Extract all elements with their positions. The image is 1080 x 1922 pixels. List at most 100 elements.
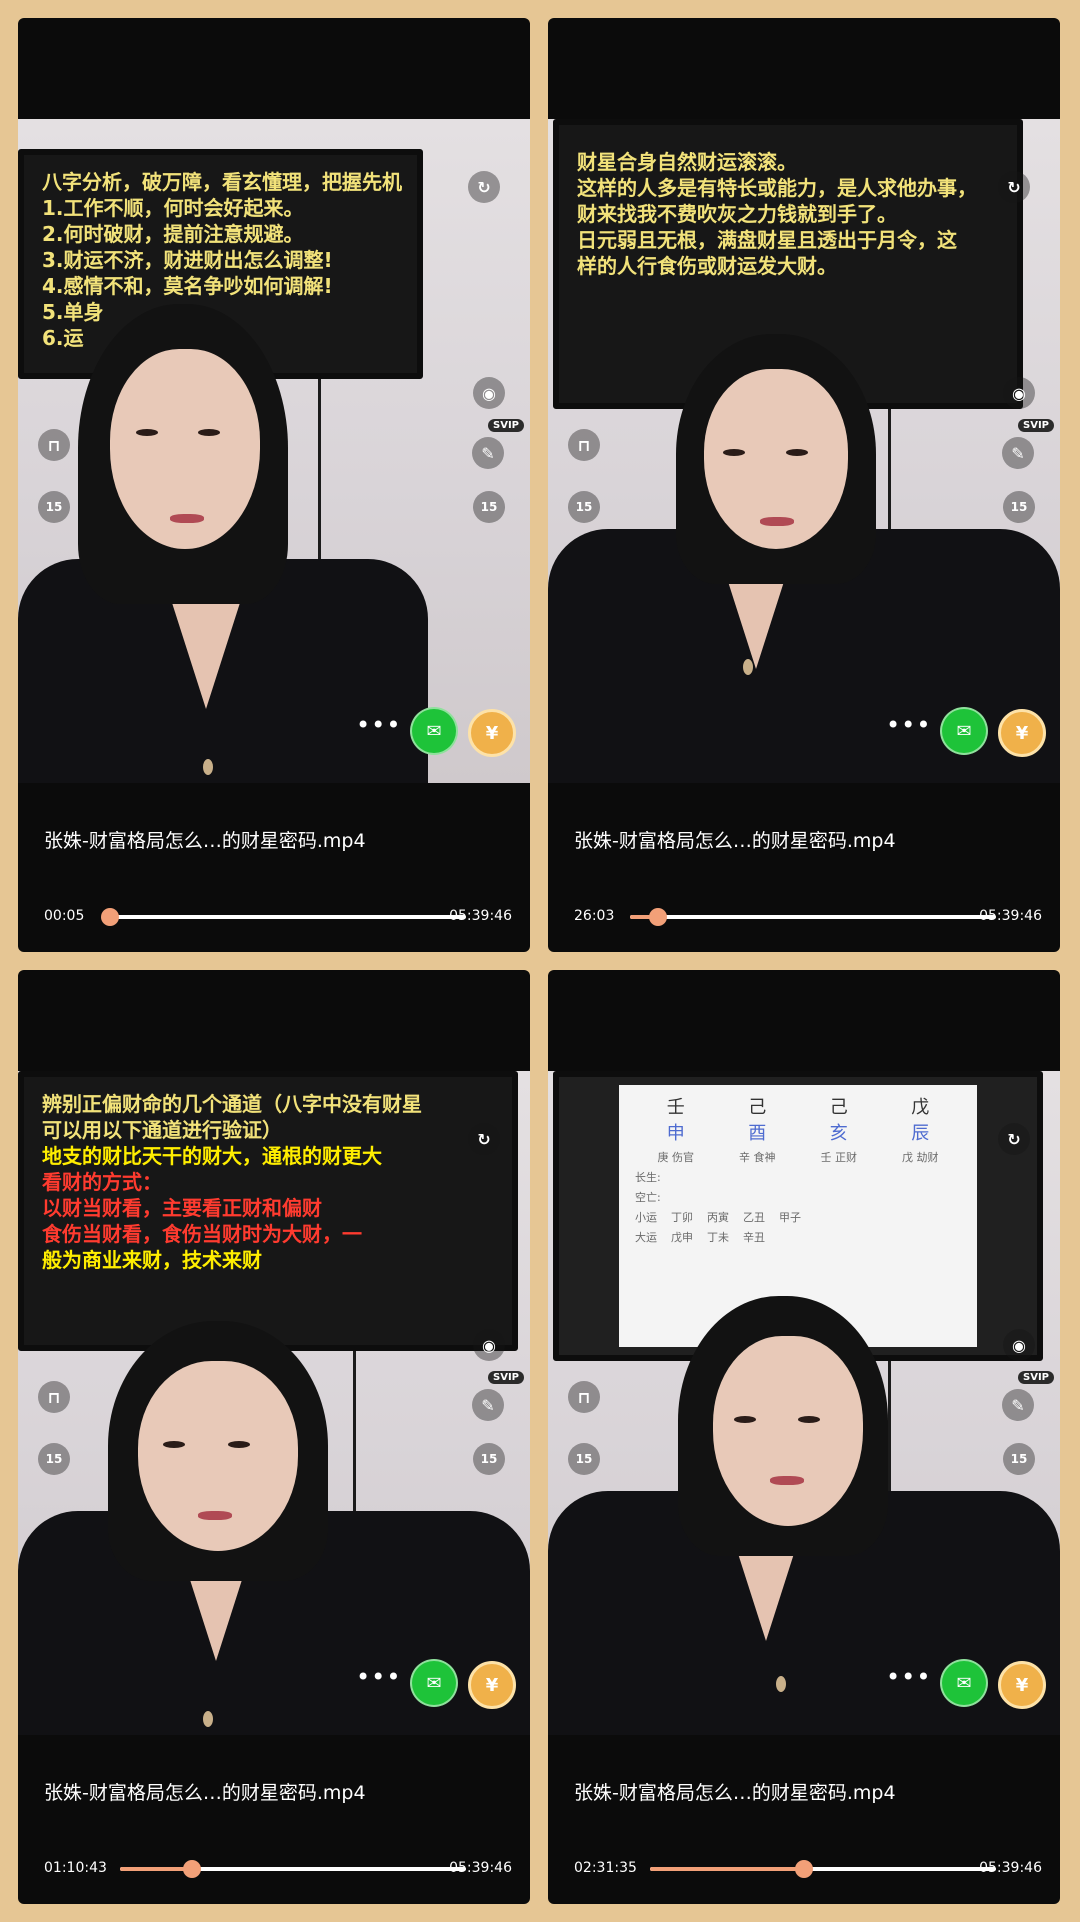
- branch: 亥: [829, 1123, 848, 1144]
- presenter-eye: [723, 449, 745, 456]
- duration: 05:39:46: [449, 908, 512, 924]
- svip-badge: SVIP: [488, 1371, 524, 1384]
- progress-played: [120, 1867, 192, 1871]
- monitor-line: 2.何时破财，提前注意规避。: [42, 222, 304, 246]
- monitor-line: 地支的财比天干的财大，通根的财更大: [42, 1144, 382, 1168]
- more-icon[interactable]: •••: [356, 711, 401, 739]
- year-pillar: 丁卯: [671, 1211, 693, 1224]
- video-card[interactable]: 八字分析，破万障，看玄懂理，把握先机 1.工作不顺，何时会好起来。 2.何时破财…: [18, 18, 530, 952]
- forward-15-icon[interactable]: 15: [473, 1443, 505, 1475]
- video-frame[interactable]: 财星合身自然财运滚滚。 这样的人多是有特长或能力，是人求他办事， 财来找我不费吹…: [548, 119, 1060, 783]
- monitor-line: 4.感情不和，莫名争吵如何调解!: [42, 274, 333, 298]
- forward-15-icon[interactable]: 15: [1003, 491, 1035, 523]
- stem: 戊: [911, 1097, 930, 1118]
- pin-icon[interactable]: ✎: [472, 1389, 504, 1421]
- pin-icon[interactable]: ✎: [1002, 437, 1034, 469]
- presenter-eye: [734, 1416, 756, 1423]
- monitor-line: 财来找我不费吹灰之力钱就到手了。: [577, 202, 897, 226]
- hidden-stem: 辛 食神: [739, 1151, 776, 1164]
- progress-thumb[interactable]: [182, 1860, 201, 1878]
- wechat-icon[interactable]: ✉: [940, 707, 988, 755]
- video-frame[interactable]: 八字分析，破万障，看玄懂理，把握先机 1.工作不顺，何时会好起来。 2.何时破财…: [18, 119, 530, 783]
- video-card[interactable]: 财星合身自然财运滚滚。 这样的人多是有特长或能力，是人求他办事， 财来找我不费吹…: [548, 18, 1060, 952]
- duration: 05:39:46: [979, 908, 1042, 924]
- hidden-stem: 庚 伤官: [657, 1151, 695, 1164]
- monitor-line: 日元弱且无根，满盘财星且透出于月令，这: [577, 228, 957, 252]
- video-title: 张姝-财富格局怎么…的财星密码.mp4: [44, 830, 366, 852]
- rewind-15-icon[interactable]: 15: [38, 1443, 70, 1475]
- progress-bar[interactable]: [101, 908, 466, 926]
- more-icon[interactable]: •••: [886, 711, 931, 739]
- hidden-stem: 壬 正财: [820, 1151, 858, 1164]
- presenter-eye: [163, 1441, 185, 1448]
- progress-thumb[interactable]: [101, 908, 120, 926]
- unlock-icon[interactable]: ⊓: [568, 429, 600, 461]
- forward-15-icon[interactable]: 15: [1003, 1443, 1035, 1475]
- dayun-pillar: 辛丑: [743, 1231, 765, 1244]
- svip-badge: SVIP: [1018, 1371, 1054, 1384]
- monitor-line: 辨别正偏财命的几个通道（八字中没有财星: [42, 1092, 422, 1116]
- progress-bar[interactable]: [630, 908, 996, 926]
- coin-icon[interactable]: ¥: [998, 709, 1046, 757]
- monitor-line: 1.工作不顺，何时会好起来。: [42, 196, 304, 220]
- coin-icon[interactable]: ¥: [998, 1661, 1046, 1709]
- pin-icon[interactable]: ✎: [1002, 1389, 1034, 1421]
- progress-bar[interactable]: [120, 1860, 466, 1878]
- camera-icon[interactable]: ◉: [473, 377, 505, 409]
- dayun-pillar: 戊申: [671, 1231, 693, 1244]
- wechat-icon[interactable]: ✉: [410, 707, 458, 755]
- camera-icon[interactable]: ◉: [473, 1329, 505, 1361]
- stem: 己: [748, 1097, 767, 1118]
- video-title: 张姝-财富格局怎么…的财星密码.mp4: [574, 1782, 896, 1804]
- presenter-face: [713, 1336, 863, 1526]
- more-icon[interactable]: •••: [356, 1663, 401, 1691]
- video-title: 张姝-财富格局怎么…的财星密码.mp4: [574, 830, 896, 852]
- row-label: 小运: [635, 1211, 657, 1224]
- share-icon[interactable]: ↻: [468, 171, 500, 203]
- current-time: 01:10:43: [44, 1860, 107, 1876]
- share-icon[interactable]: ↻: [998, 171, 1030, 203]
- video-title: 张姝-财富格局怎么…的财星密码.mp4: [44, 1782, 366, 1804]
- presenter-necklace: [776, 1676, 786, 1692]
- presenter-necklace: [203, 1711, 213, 1727]
- presenter-mouth: [770, 1476, 804, 1485]
- video-frame[interactable]: 辨别正偏财命的几个通道（八字中没有财星 可以用以下通道进行验证） 地支的财比天干…: [18, 1071, 530, 1735]
- stem: 壬: [666, 1097, 685, 1118]
- svip-badge: SVIP: [1018, 419, 1054, 432]
- camera-icon[interactable]: ◉: [1003, 1329, 1035, 1361]
- pin-icon[interactable]: ✎: [472, 437, 504, 469]
- presenter-eye: [198, 429, 220, 436]
- branch: 辰: [911, 1123, 930, 1144]
- camera-icon[interactable]: ◉: [1003, 377, 1035, 409]
- unlock-icon[interactable]: ⊓: [568, 1381, 600, 1413]
- progress-thumb[interactable]: [795, 1860, 814, 1878]
- video-card[interactable]: 壬 己 己 戊 申 酉 亥 辰 庚 伤官 辛 食神 壬 正财 戊 劫财 长生: …: [548, 970, 1060, 1904]
- progress-thumb[interactable]: [649, 908, 668, 926]
- unlock-icon[interactable]: ⊓: [38, 1381, 70, 1413]
- video-card[interactable]: 辨别正偏财命的几个通道（八字中没有财星 可以用以下通道进行验证） 地支的财比天干…: [18, 970, 530, 1904]
- stems-row: 壬 己 己 戊: [635, 1093, 961, 1119]
- coin-icon[interactable]: ¥: [468, 709, 516, 757]
- monitor-line: 样的人行食伤或财运发大财。: [577, 254, 837, 278]
- share-icon[interactable]: ↻: [468, 1123, 500, 1155]
- chart-row: 大运 戊申 丁未 辛丑: [635, 1229, 961, 1245]
- video-grid: 八字分析，破万障，看玄懂理，把握先机 1.工作不顺，何时会好起来。 2.何时破财…: [0, 0, 1080, 1922]
- unlock-icon[interactable]: ⊓: [38, 429, 70, 461]
- wechat-icon[interactable]: ✉: [940, 1659, 988, 1707]
- wechat-icon[interactable]: ✉: [410, 1659, 458, 1707]
- monitor-line: 八字分析，破万障，看玄懂理，把握先机: [42, 170, 402, 194]
- presenter-mouth: [198, 1511, 232, 1520]
- rewind-15-icon[interactable]: 15: [568, 1443, 600, 1475]
- rewind-15-icon[interactable]: 15: [568, 491, 600, 523]
- rewind-15-icon[interactable]: 15: [38, 491, 70, 523]
- video-frame[interactable]: 壬 己 己 戊 申 酉 亥 辰 庚 伤官 辛 食神 壬 正财 戊 劫财 长生: …: [548, 1071, 1060, 1735]
- coin-icon[interactable]: ¥: [468, 1661, 516, 1709]
- share-icon[interactable]: ↻: [998, 1123, 1030, 1155]
- forward-15-icon[interactable]: 15: [473, 491, 505, 523]
- presenter-mouth: [170, 514, 204, 523]
- progress-bar[interactable]: [650, 1860, 996, 1878]
- monitor-line: 财星合身自然财运滚滚。: [577, 150, 797, 174]
- more-icon[interactable]: •••: [886, 1663, 931, 1691]
- progress-played: [650, 1867, 805, 1871]
- year-pillar: 丙寅: [707, 1211, 729, 1224]
